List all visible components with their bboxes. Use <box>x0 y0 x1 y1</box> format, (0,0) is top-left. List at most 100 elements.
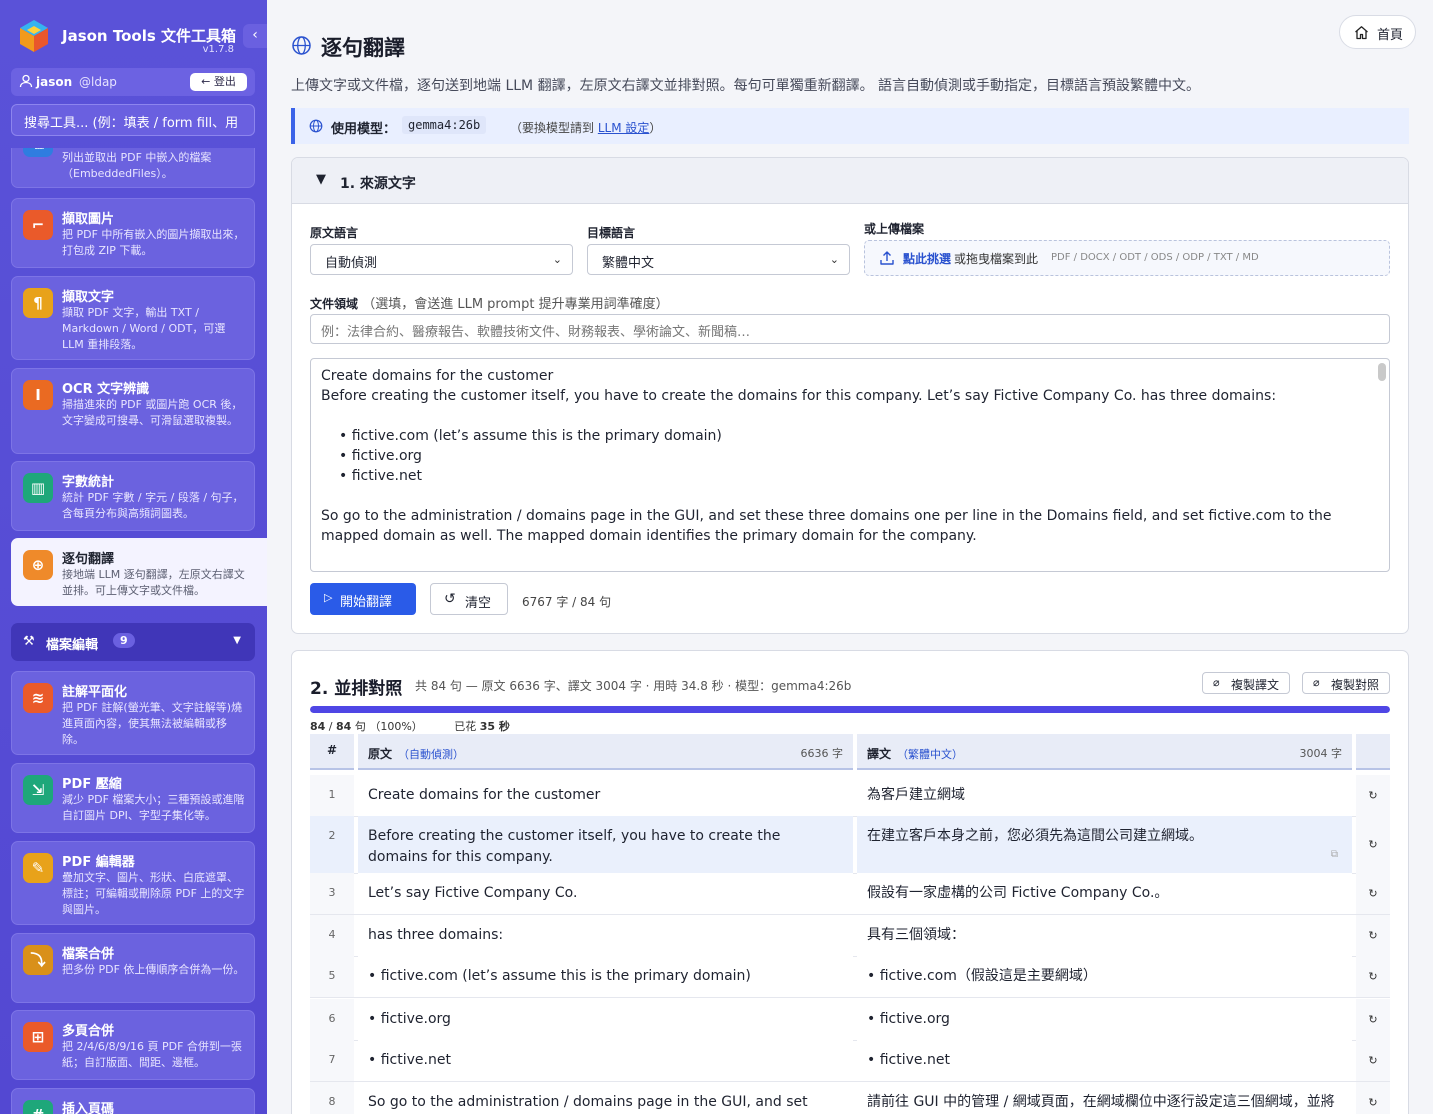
translated-sentence[interactable]: • fictive.net <box>857 1040 1352 1081</box>
translated-sentence[interactable]: 在建立客戶本身之前，您必須先為這間公司建立網域。 ⧉ <box>857 816 1352 873</box>
progress-fill <box>310 706 1390 713</box>
domain-hint: （選填，會送進 LLM prompt 提升專業用詞準確度） <box>362 297 669 312</box>
tool-card-merge-files[interactable]: ⤵ 檔案合併 把多份 PDF 依上傳順序合併為一份。 <box>11 933 255 1003</box>
domain-label-text: 文件領域 <box>310 297 359 311</box>
tool-card-extract-images[interactable]: ⌐ 擷取圖片 把 PDF 中所有嵌入的圖片擷取出來，打包成 ZIP 下載。 <box>11 198 255 268</box>
pick-file-link[interactable]: 點此挑選 <box>903 250 951 267</box>
clear-button[interactable]: ↺ 清空 <box>430 583 508 615</box>
translated-text: • fictive.org <box>867 1011 950 1027</box>
retranslate-button[interactable]: ↻ <box>1356 873 1390 914</box>
start-translate-button[interactable]: ▷ 開始翻譯 <box>310 583 416 615</box>
tool-search-input[interactable]: 搜尋工具... (例：填表 / form fill、用 <box>11 104 255 136</box>
retranslate-button[interactable]: ↻ <box>1356 1082 1390 1114</box>
model-hint-suffix: ） <box>649 121 662 135</box>
tool-card-embedded-files[interactable]: ⎘ 列出並取出 PDF 中嵌入的檔案（EmbeddedFiles）。 <box>11 148 255 188</box>
tool-desc: 疊加文字、圖片、形狀、白底遮罩、標註；可編輯或刪除原 PDF 上的文字與圖片。 <box>62 871 245 916</box>
translated-text: • fictive.com（假設這是主要網域） <box>867 968 1097 984</box>
collapse-sidebar-button[interactable]: ‹ <box>243 24 267 48</box>
llm-settings-link[interactable]: LLM 設定 <box>598 121 650 135</box>
refresh-icon: ↻ <box>1368 887 1378 900</box>
refresh-icon: ↻ <box>1368 929 1378 942</box>
table-row: 1 Create domains for the customer 為客戶建立網域 ↻ <box>310 775 1390 817</box>
row-number: 1 <box>310 775 354 816</box>
refresh-icon: ↻ <box>1368 1054 1378 1067</box>
translated-sentence[interactable]: 為客戶建立網域 <box>857 775 1352 816</box>
tool-card-pdf-compress[interactable]: ⇲ PDF 壓縮 減少 PDF 檔案大小；三種預設或進階自訂圖片 DPI、字型子… <box>11 763 255 833</box>
source-card: ▼ 1. 來源文字 原文語言 自動偵測 ⌄ 目標語言 繁體中文 ⌄ 或上傳檔案 … <box>291 157 1409 634</box>
tool-desc: 把 2/4/6/8/9/16 頁 PDF 合併到一張紙；自訂版面、間距、邊框。 <box>62 1040 242 1069</box>
table-row: 6 • fictive.org • fictive.org ↻ <box>310 999 1390 1041</box>
chevron-down-icon: ⌄ <box>829 253 839 266</box>
app-logo-icon <box>20 20 48 52</box>
tool-name: 註解平面化 <box>62 685 128 700</box>
tool-card-sentence-translate[interactable]: ⊕ 逐句翻譯 接地端 LLM 逐句翻譯，左原文右譯文並排。可上傳文字或文件檔。 <box>11 538 267 606</box>
textarea-scrollbar[interactable] <box>1378 363 1386 381</box>
domain-input[interactable]: 例：法律合約、醫療報告、軟體技術文件、財務報表、學術論文、新聞稿… <box>310 314 1390 344</box>
src-lang-value: 自動偵測 <box>325 256 378 271</box>
embedded-files-icon: ⎘ <box>23 148 53 157</box>
retranslate-button[interactable]: ↻ <box>1356 775 1390 816</box>
text-line: • fictive.org <box>339 448 422 464</box>
text-line: • fictive.net <box>339 468 422 484</box>
tool-name: OCR 文字辨識 <box>62 382 150 397</box>
home-button[interactable]: 首頁 <box>1339 15 1416 49</box>
copy-icon[interactable]: ⧉ <box>1331 844 1338 865</box>
progress-bar <box>310 706 1390 713</box>
start-label: 開始翻譯 <box>340 595 393 610</box>
translated-sentence[interactable]: 具有三個領域： <box>857 915 1352 956</box>
logout-button[interactable]: ← 登出 <box>190 73 247 91</box>
tool-desc: 統計 PDF 字數 / 字元 / 段落 / 句子，含每頁分布與高頻詞圖表。 <box>62 491 244 520</box>
refresh-icon: ↻ <box>1368 970 1378 983</box>
src-lang-label: 原文語言 <box>310 226 359 240</box>
translated-sentence[interactable]: • fictive.com（假設這是主要網域） <box>857 956 1352 997</box>
tool-name: 檔案合併 <box>62 947 115 962</box>
source-sentence: • fictive.net <box>358 1040 853 1081</box>
user-realm: @ldap <box>79 75 117 89</box>
result-title: 2. 並排對照 <box>310 679 403 699</box>
retranslate-button[interactable]: ↻ <box>1356 816 1390 873</box>
progress-done: 84 <box>310 720 326 733</box>
retranslate-button[interactable]: ↻ <box>1356 1040 1390 1081</box>
chevron-down-icon: ⌄ <box>552 253 562 266</box>
domain-label: 文件領域 （選填，會送進 LLM prompt 提升專業用詞準確度） <box>310 293 669 312</box>
category-label: 檔案編輯 <box>46 638 99 653</box>
chevron-down-icon: ▼ <box>233 635 241 646</box>
table-header: # 原文 （自動偵測） 6636 字 譯文 （繁體中文） 3004 字 <box>310 734 1390 770</box>
text-line: Create domains for the customer <box>321 368 554 384</box>
tool-card-extract-text[interactable]: ¶ 擷取文字 擷取 PDF 文字，輸出 TXT / Markdown / Wor… <box>11 276 255 360</box>
tool-card-pdf-editor[interactable]: ✎ PDF 編輯器 疊加文字、圖片、形狀、白底遮罩、標註；可編輯或刪除原 PDF… <box>11 841 255 925</box>
translated-sentence[interactable]: 請前往 GUI 中的管理 / 網域頁面，在網域欄位中逐行設定這三個網域，並將 <box>857 1082 1352 1114</box>
elapsed-label: 已花 <box>454 720 477 733</box>
retranslate-button[interactable]: ↻ <box>1356 956 1390 997</box>
tools-icon: ⚒ <box>23 634 35 649</box>
tool-card-ocr[interactable]: I OCR 文字辨識 掃描進來的 PDF 或圖片跑 OCR 後，文字變成可搜尋、… <box>11 368 255 454</box>
tool-card-word-count[interactable]: ▥ 字數統計 統計 PDF 字數 / 字元 / 段落 / 句子，含每頁分布與高頻… <box>11 461 255 531</box>
source-sentence: Before creating the customer itself, you… <box>358 816 853 873</box>
retranslate-button[interactable]: ↻ <box>1356 999 1390 1040</box>
col-dst-count: 3004 字 <box>1299 747 1343 760</box>
src-lang-select[interactable]: 自動偵測 ⌄ <box>310 244 573 275</box>
pencil-icon: ✎ <box>23 853 53 883</box>
file-dropzone[interactable]: 點此挑選 或拖曳檔案到此 PDF / DOCX / ODT / ODS / OD… <box>864 240 1390 276</box>
clip-icon: ⌀ <box>1213 676 1220 689</box>
tool-desc: 掃描進來的 PDF 或圖片跑 OCR 後，文字變成可搜尋、可滑鼠選取複製。 <box>62 398 243 427</box>
translated-sentence[interactable]: 假設有一家虛構的公司 Fictive Company Co.。 <box>857 873 1352 914</box>
col-src-lang: （自動偵測） <box>398 748 465 761</box>
source-card-header[interactable]: ▼ 1. 來源文字 <box>292 158 1408 204</box>
retranslate-button[interactable]: ↻ <box>1356 915 1390 956</box>
translated-sentence[interactable]: • fictive.org <box>857 999 1352 1040</box>
tool-card-n-up[interactable]: ⊞ 多頁合併 把 2/4/6/8/9/16 頁 PDF 合併到一張紙；自訂版面、… <box>11 1010 255 1080</box>
source-textarea[interactable]: Create domains for the customer Before c… <box>310 358 1390 572</box>
tgt-lang-select[interactable]: 繁體中文 ⌄ <box>587 244 850 275</box>
tool-card-page-numbers[interactable]: # 插入頁碼 <box>11 1088 255 1114</box>
copy-bilingual-button[interactable]: ⌀ 複製對照 <box>1302 672 1391 694</box>
page-title: 逐句翻譯 <box>321 36 405 60</box>
bar-chart-icon: ▥ <box>23 473 53 503</box>
tool-card-flatten-annotations[interactable]: ≋ 註解平面化 把 PDF 註解(螢光筆、文字註解等)燒進頁面內容，使其無法被編… <box>11 671 255 755</box>
table-row: 7 • fictive.net • fictive.net ↻ <box>310 1040 1390 1082</box>
copy-translation-button[interactable]: ⌀ 複製譯文 <box>1202 672 1291 694</box>
category-header-file-edit[interactable]: ⚒ 檔案編輯 9 ▼ <box>11 623 255 661</box>
progress-pct: （100%） <box>369 720 423 733</box>
row-number: 5 <box>310 956 354 997</box>
